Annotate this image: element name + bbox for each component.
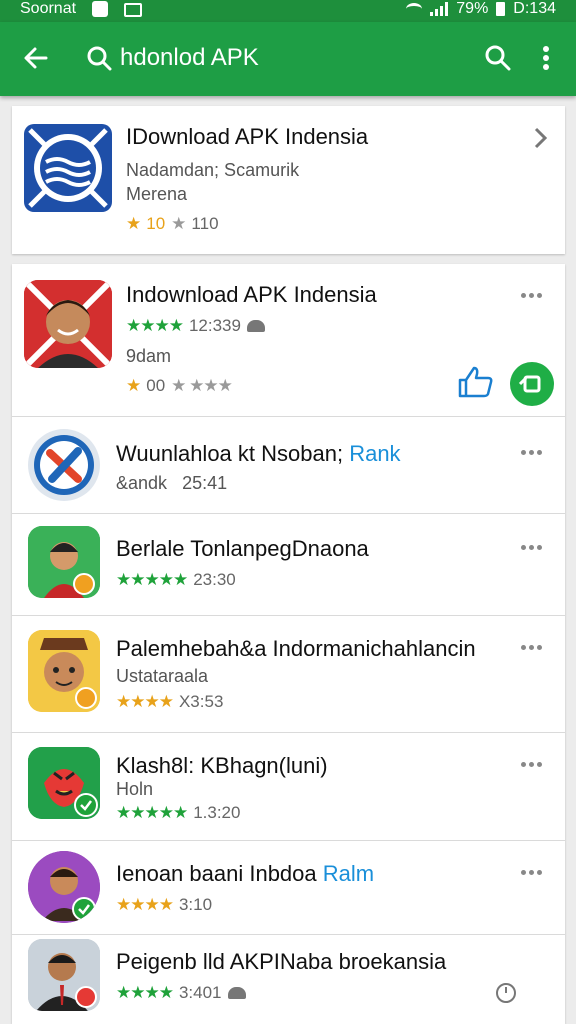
battery-percent: 79% (456, 0, 489, 17)
rating-text: 1.3:20 (193, 803, 241, 822)
app-avatar-icon (28, 851, 100, 923)
app-avatar-icon (28, 939, 100, 1011)
list-item[interactable]: Ienoan baani Inbdoa Ralm ★★★★ 3:10 (12, 840, 565, 934)
stars-icon: ★★★★ (116, 983, 174, 1002)
app-title: Wuunlahloa kt Nsoban; Rank (116, 441, 401, 467)
list-item[interactable]: Klash8l: KBhagn(luni) Holn ★★★★★ 1.3:20 (12, 732, 565, 840)
wifi-icon (406, 3, 423, 15)
cell-signal-icon (430, 2, 449, 16)
app-meta: &andk 25:41 (116, 473, 227, 494)
rating-count: 110 (191, 214, 219, 233)
app-character-icon (28, 630, 100, 712)
app-title: Palemhebah&a Indormanichahlancin (116, 636, 476, 661)
featured-app-rating: ★ 10 ★ 110 (126, 214, 219, 234)
app-toolbar: hdonlod APK (0, 22, 576, 96)
open-app-button[interactable] (510, 362, 554, 406)
carrier-name: Soornat (20, 0, 77, 17)
search-query: hdonlod APK (120, 44, 259, 71)
rating-text: X3:53 (178, 692, 224, 711)
star-icon: ★ (171, 214, 186, 233)
rating-text: 3:401 (178, 983, 222, 1002)
more-vert-icon[interactable] (530, 42, 562, 74)
battery-icon (496, 2, 506, 16)
stars-icon: ★★★★★ (116, 803, 188, 822)
stars-icon: ★★★★ (116, 895, 174, 914)
app-meta-value: 25:41 (182, 473, 228, 493)
list-item[interactable]: Wuunlahloa kt Nsoban; Rank &andk 25:41 (12, 416, 565, 513)
stars-icon: ★★★★★ (116, 570, 188, 589)
clock: D:134 (513, 0, 556, 17)
list-item[interactable]: Indownload APK Indensia ★★★★ 12:339 9dam… (12, 264, 565, 416)
app-rating: ★★★★ 3:401 (116, 983, 246, 1003)
power-icon[interactable] (494, 981, 518, 1005)
app-mascot-icon (28, 747, 100, 819)
app-title: Indownload APK Indensia (126, 282, 377, 307)
app-title-accent: Ralm (322, 861, 375, 886)
app-subtitle: 9dam (126, 346, 172, 366)
thumbs-up-icon[interactable] (456, 364, 496, 400)
app-subtitle: &andk (116, 473, 168, 493)
notification-icon (92, 1, 108, 17)
rating-text: 23:30 (193, 570, 236, 589)
app-title: Berlale TonlanpegDnaona (116, 536, 369, 561)
cloud-icon (227, 987, 246, 999)
search-button-icon[interactable] (482, 42, 514, 74)
app-title-accent: Rank (349, 441, 401, 466)
overflow-menu-icon[interactable] (521, 542, 549, 552)
star-icon: ★ (126, 214, 141, 233)
stars-icon: ★★★★ (126, 316, 184, 335)
featured-app-developer: Nadamdan; Scamurik (126, 160, 300, 180)
app-title: Klash8l: KBhagn(luni) (116, 753, 328, 778)
search-field[interactable]: hdonlod APK (86, 38, 446, 78)
app-logo-icon (28, 429, 100, 501)
overflow-menu-icon[interactable] (521, 759, 549, 769)
arrow-left-icon[interactable] (20, 42, 52, 74)
app-secondary-rating: ★ 00 ★ ★★★ (126, 376, 233, 396)
app-title: Ienoan baani Inbdoa Ralm (116, 861, 374, 887)
app-title-text: Ienoan baani Inbdoa (116, 861, 317, 886)
rating-text: 3:10 (178, 895, 213, 914)
rating2-text: 00 (146, 376, 166, 395)
app-character-icon (28, 526, 100, 598)
app-rating: ★★★★ 12:339 (126, 316, 265, 336)
app-title-text: Wuunlahloa kt Nsoban; (116, 441, 344, 466)
chevron-right-icon[interactable] (531, 126, 551, 150)
stars-icon: ★★★★ (116, 692, 174, 711)
overflow-menu-icon[interactable] (521, 290, 549, 300)
app-title: Peigenb lld AKPINaba broekansia (116, 949, 447, 974)
open-icon (518, 375, 541, 393)
signal-small-icon (124, 3, 142, 17)
cloud-icon (246, 320, 265, 332)
app-rating: ★★★★★ 23:30 (116, 570, 236, 590)
app-subtitle: Ustataraala (116, 666, 209, 686)
featured-app-card[interactable]: IDownload APK Indensia Nadamdan; Scamuri… (12, 106, 565, 254)
featured-app-icon (24, 124, 112, 212)
overflow-menu-icon[interactable] (521, 447, 549, 457)
featured-app-title: IDownload APK Indensia (126, 124, 369, 149)
app-rating: ★★★★ X3:53 (116, 692, 223, 712)
stars-empty-icon: ★ ★★★ (171, 376, 233, 395)
rating-value: 10 (146, 214, 166, 233)
star-icon: ★ (126, 376, 141, 395)
rating-text: 12:339 (188, 316, 241, 335)
list-item[interactable]: Palemhebah&a Indormanichahlancin Ustatar… (12, 615, 565, 732)
app-rating: ★★★★★ 1.3:20 (116, 803, 240, 823)
app-avatar-icon (24, 280, 112, 368)
app-rating: ★★★★ 3:10 (116, 895, 212, 915)
list-item[interactable]: Peigenb lld AKPINaba broekansia ★★★★ 3:4… (12, 934, 565, 1024)
results-list: Indownload APK Indensia ★★★★ 12:339 9dam… (12, 264, 565, 1024)
app-subtitle: Holn (116, 779, 154, 799)
search-icon (87, 46, 112, 71)
featured-app-category: Merena (126, 184, 188, 204)
status-bar: Soornat 79% D:134 (0, 0, 576, 22)
overflow-menu-icon[interactable] (521, 867, 549, 877)
overflow-menu-icon[interactable] (521, 642, 549, 652)
list-item[interactable]: Berlale TonlanpegDnaona ★★★★★ 23:30 (12, 513, 565, 615)
